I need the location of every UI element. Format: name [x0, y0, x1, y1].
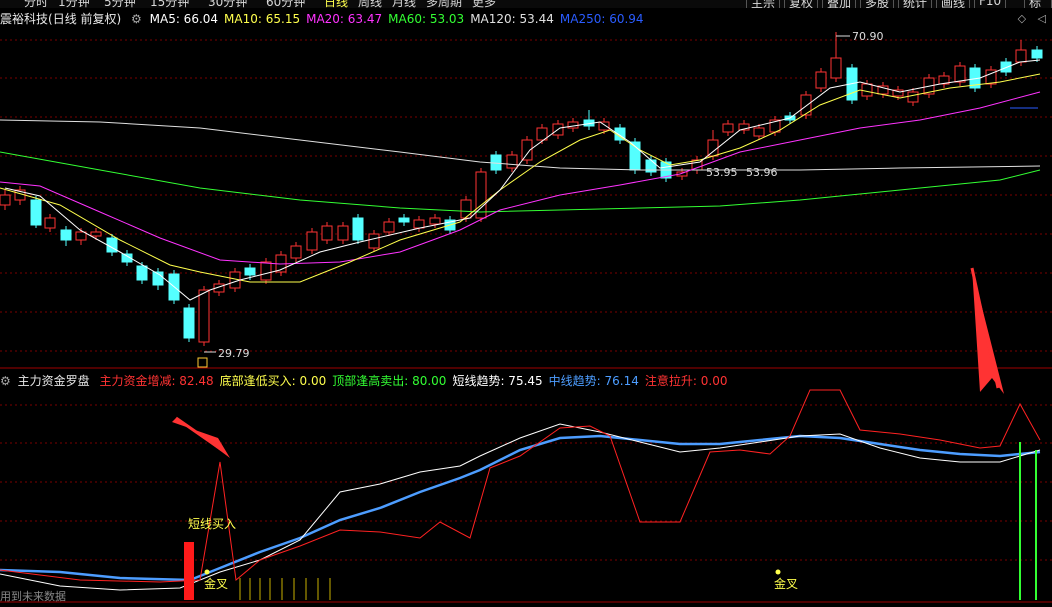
- ma5-line: [4, 59, 1041, 301]
- high-price-label: 70.90: [852, 30, 884, 43]
- candle-body: [413, 219, 425, 229]
- candle-body: [1031, 49, 1043, 59]
- candle-body: [429, 217, 441, 225]
- cross-price-label-2: 53.96: [746, 166, 778, 179]
- candle-body: [44, 217, 56, 229]
- mid-trend-line: [0, 434, 1041, 582]
- candle-body: [75, 231, 87, 241]
- golden-cross-dot-2: [775, 569, 781, 575]
- capital-flow-line: [0, 389, 1041, 583]
- arrow-shaft-1: [175, 416, 223, 452]
- candle-body: [198, 289, 210, 343]
- candle-body: [352, 217, 364, 241]
- candle-body: [707, 139, 719, 157]
- kline-chart[interactable]: 70.90 29.79 53.95 53.96 短线买入金叉 金叉: [0, 0, 1052, 607]
- future-data-note: 用到未来数据: [0, 590, 66, 603]
- ma60-line: [0, 151, 1041, 213]
- candle-body: [567, 121, 579, 129]
- candle-body: [321, 225, 333, 241]
- candle-body: [60, 229, 72, 241]
- candle-body: [90, 231, 102, 237]
- candle-body: [244, 267, 256, 276]
- candle-body: [1015, 49, 1027, 63]
- candle-body: [337, 225, 349, 241]
- candle-body: [753, 127, 765, 137]
- short-buy-label: 短线买入: [188, 517, 236, 531]
- candle-body: [368, 233, 380, 249]
- ma20-line: [0, 91, 1041, 265]
- candle-body: [907, 91, 919, 103]
- candle-body: [830, 57, 842, 79]
- candle-body: [722, 123, 734, 133]
- candle-body: [306, 231, 318, 251]
- arrow-annotation-1: [172, 418, 230, 458]
- golden-cross-label-1: 金叉: [204, 576, 228, 591]
- golden-cross-dot-1: [204, 569, 210, 575]
- ma10-line: [0, 73, 1041, 283]
- buy-signal-bar: [184, 542, 194, 600]
- golden-cross-label-2: 金叉: [774, 576, 798, 591]
- candle-body: [30, 199, 42, 226]
- candle-body: [183, 307, 195, 339]
- ma120-line: [0, 119, 1041, 171]
- candle-body: [460, 199, 472, 219]
- cross-price-label-1: 53.95: [706, 166, 738, 179]
- candle-body: [0, 194, 11, 206]
- candle-body: [290, 245, 302, 259]
- candle-body: [815, 71, 827, 89]
- candle-body: [861, 83, 873, 97]
- candle-body: [954, 65, 966, 83]
- candle-body: [260, 261, 272, 281]
- candle-body: [1000, 61, 1012, 73]
- candle-body: [506, 154, 518, 169]
- candle-body: [383, 221, 395, 233]
- candle-body: [598, 121, 610, 131]
- candle-body: [398, 217, 410, 223]
- low-price-label: 29.79: [218, 347, 250, 360]
- candle-body: [136, 265, 148, 281]
- event-marker-icon: [197, 357, 208, 368]
